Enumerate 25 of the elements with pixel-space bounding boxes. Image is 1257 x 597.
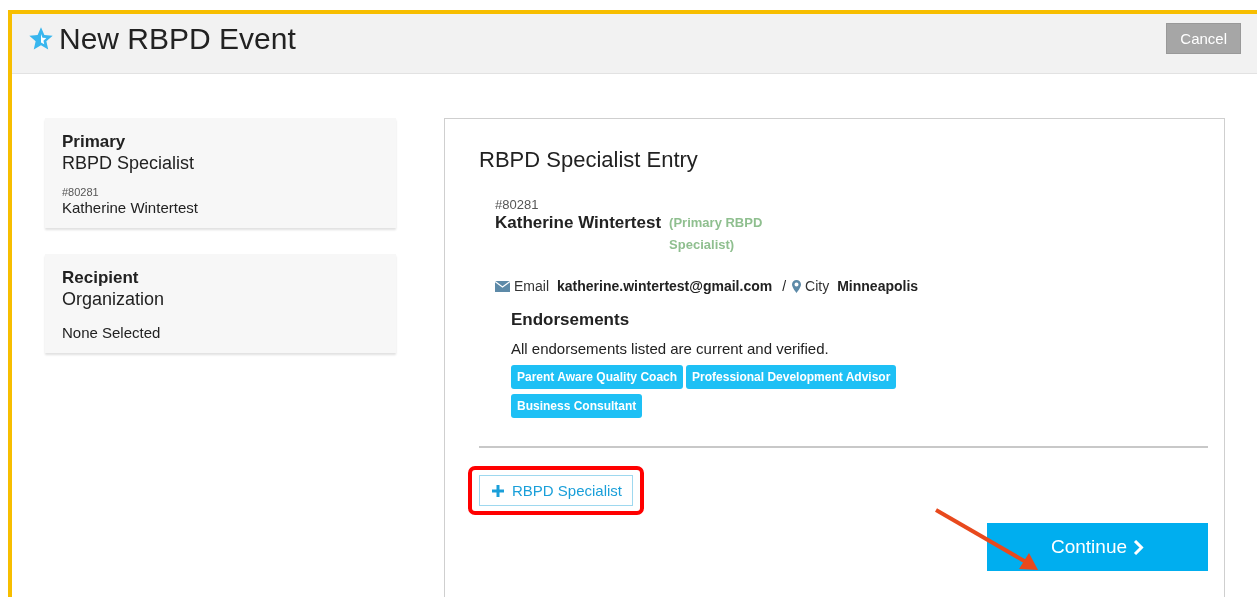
panel-title: RBPD Specialist Entry xyxy=(479,147,698,173)
endorsements-heading: Endorsements xyxy=(511,310,630,330)
add-specialist-button[interactable]: RBPD Specialist xyxy=(479,475,634,506)
card-heading: Recipient xyxy=(62,268,139,288)
person-name: Katherine Wintertest xyxy=(495,212,662,234)
city-value: Minneapolis xyxy=(837,278,919,294)
endorsement-tag: Parent Aware Quality Coach xyxy=(511,365,684,389)
card-id: #80281 xyxy=(62,186,99,198)
endorsement-tag: Professional Development Advisor xyxy=(686,365,897,389)
card-subheading: RBPD Specialist xyxy=(62,153,195,174)
continue-button[interactable]: Continue xyxy=(987,523,1208,571)
person-id: #80281 xyxy=(495,197,539,212)
email-label: Email xyxy=(514,278,549,294)
endorsements-note: All endorsements listed are current and verified. xyxy=(511,340,829,357)
card-value: Katherine Wintertest xyxy=(62,199,198,216)
city-label: City xyxy=(805,278,830,294)
cancel-button[interactable]: Cancel xyxy=(1166,23,1241,54)
card-value: None Selected xyxy=(62,324,161,341)
person-role: (Primary RBPD Specialist) xyxy=(669,214,764,254)
separator: / xyxy=(782,278,787,294)
endorsement-tag: Business Consultant xyxy=(511,394,643,418)
window-title: New RBPD Event xyxy=(59,21,296,56)
card-subheading: Organization xyxy=(62,289,165,310)
email-value: katherine.wintertest@gmail.com xyxy=(557,278,773,294)
card-heading: Primary xyxy=(62,132,126,152)
